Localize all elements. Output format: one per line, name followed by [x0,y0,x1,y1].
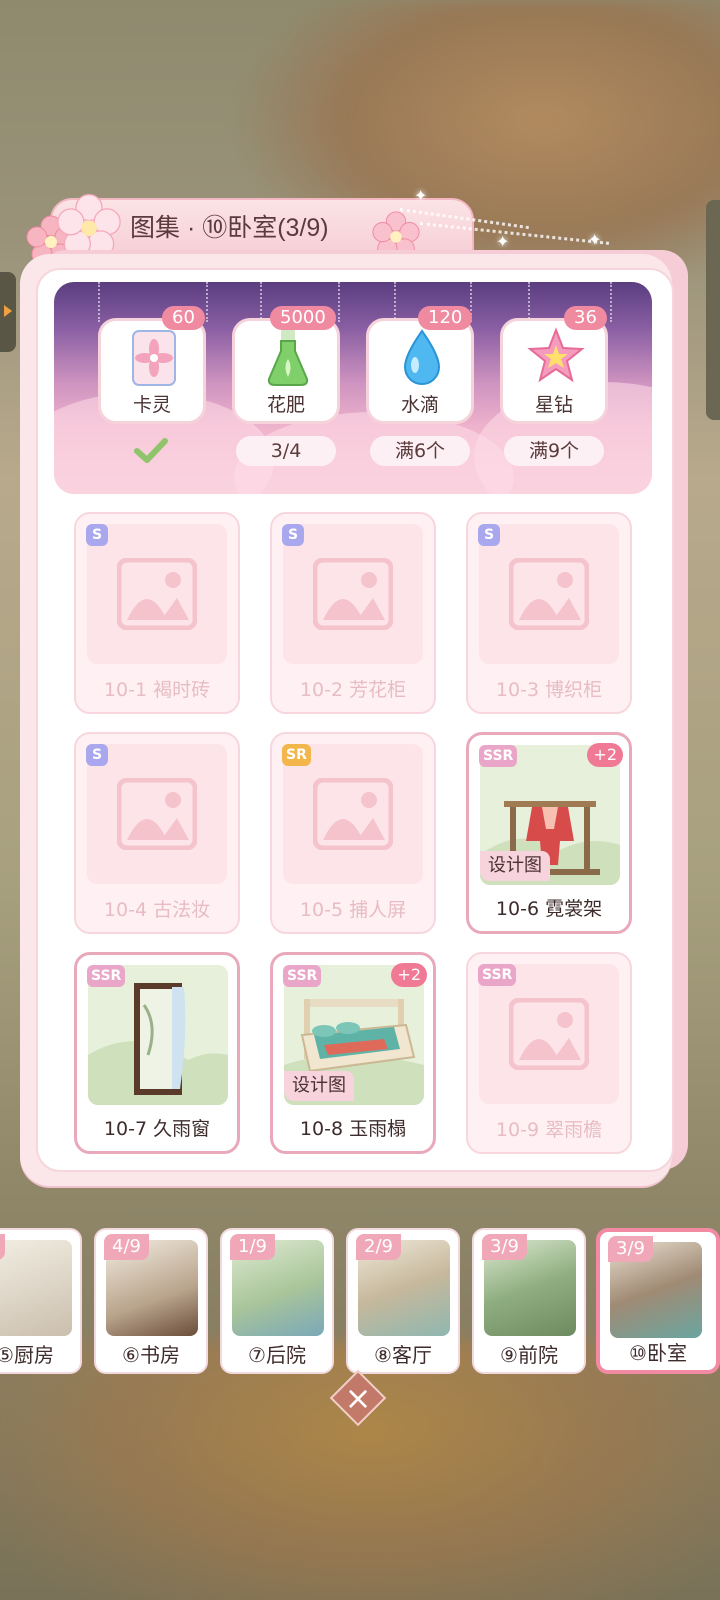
room-name: ⑧客厅 [374,1343,432,1367]
room-progress: 4/9 [104,1234,149,1260]
room-progress: 2/9 [356,1234,401,1260]
item-placeholder [479,524,619,664]
image-placeholder-icon [509,558,589,630]
collection-item[interactable]: SSR +2 设计图 10-6 霓裳架 [466,732,632,934]
rarity-badge: SR [282,744,311,766]
item-label: 10-2 芳花柜 [299,679,407,701]
collection-item[interactable]: SSR +2 设计图 10-8 玉雨榻 [270,952,436,1154]
room-name: ⑥书房 [122,1343,180,1367]
item-placeholder [283,524,423,664]
check-icon [134,438,168,463]
reward-fertilizer[interactable]: 花肥 [232,318,340,424]
room-name: ⑨前院 [500,1343,558,1367]
reward-name: 水滴 [400,394,439,416]
rarity-badge: SSR [478,964,517,986]
room-name: ⑦后院 [248,1343,306,1367]
sparkle-icon: ✦ [414,186,428,205]
image-placeholder-icon [117,558,197,630]
reward-status: 满6个 [370,436,470,466]
image-placeholder-icon [313,778,393,850]
sparkle-icon: ✦ [496,232,510,251]
item-label: 10-8 玉雨榻 [299,1118,407,1140]
collection-item[interactable]: S 10-2 芳花柜 [270,512,436,714]
room-tab-front-yard[interactable]: 3/9 ⑨前院 [472,1228,586,1374]
reward-status: 3/4 [236,436,336,466]
item-label: 10-6 霓裳架 [495,898,603,920]
reward-count: 120 [418,306,473,330]
item-label: 10-9 翠雨檐 [495,1119,603,1141]
close-icon[interactable]: × [342,1376,374,1420]
room-tab-bedroom[interactable]: 3/9 ⑩卧室 [596,1228,720,1374]
rarity-badge: S [86,524,108,546]
reward-count: 36 [564,306,607,330]
item-label: 10-7 久雨窗 [103,1118,211,1140]
rarity-badge: SSR [479,745,518,767]
card-icon [132,330,176,386]
reward-water[interactable]: 水滴 [366,318,474,424]
rarity-badge: S [282,524,304,546]
reward-star-diamond[interactable]: 星钻 [500,318,608,424]
collection-item[interactable]: SSR 10-9 翠雨檐 [466,952,632,1154]
page-title: 图集 · ⑩卧室(3/9) [130,214,329,242]
right-edge-panel [706,200,720,420]
reward-name: 卡灵 [132,394,171,416]
reward-count: 5000 [270,306,336,330]
collection-item[interactable]: S 10-1 褐时砖 [74,512,240,714]
room-thumbnail [0,1240,72,1336]
room-progress: 3/9 [608,1236,653,1262]
image-placeholder-icon [509,998,589,1070]
item-label: 10-3 博织柜 [495,679,603,701]
rarity-badge: SSR [283,965,322,987]
rarity-badge: S [86,744,108,766]
fertilizer-flask-icon [267,329,309,386]
room-progress: 3/9 [482,1234,527,1260]
item-label: 10-4 古法妆 [103,899,211,921]
room-tab-backyard[interactable]: 1/9 ⑦后院 [220,1228,334,1374]
reward-count: 60 [162,306,205,330]
collection-item[interactable]: S 10-3 博织柜 [466,512,632,714]
collection-item[interactable]: S 10-4 古法妆 [74,732,240,934]
image-placeholder-icon [313,558,393,630]
room-tab-kitchen[interactable]: 9 ⑤厨房 [0,1228,82,1374]
rarity-badge: S [478,524,500,546]
reward-status: 满9个 [504,436,604,466]
image-placeholder-icon [117,778,197,850]
side-expand-tab[interactable] [0,272,16,352]
item-label: 10-5 捕人屏 [299,899,407,921]
room-progress: 1/9 [230,1234,275,1260]
room-name: ⑤厨房 [0,1343,54,1367]
reward-name: 花肥 [266,394,305,416]
duplicate-count-badge: +2 [391,963,427,987]
item-label: 10-1 褐时砖 [103,679,211,701]
item-placeholder [87,744,227,884]
blueprint-tag: 设计图 [284,1071,354,1101]
reward-name: 星钻 [534,394,573,416]
blueprint-tag: 设计图 [480,851,550,881]
collection-item[interactable]: SR 10-5 捕人屏 [270,732,436,934]
sparkle-icon: ✦ [588,230,602,249]
collection-item[interactable]: SSR 10-7 久雨窗 [74,952,240,1154]
room-tab-study[interactable]: 4/9 ⑥书房 [94,1228,208,1374]
item-placeholder [87,524,227,664]
room-tab-living-room[interactable]: 2/9 ⑧客厅 [346,1228,460,1374]
star-diamond-icon [527,327,585,383]
duplicate-count-badge: +2 [587,743,623,767]
room-name: ⑩卧室 [629,1341,687,1365]
rarity-badge: SSR [87,965,126,987]
reward-card-spirit[interactable]: 卡灵 [98,318,206,424]
water-drop-icon [403,329,441,385]
